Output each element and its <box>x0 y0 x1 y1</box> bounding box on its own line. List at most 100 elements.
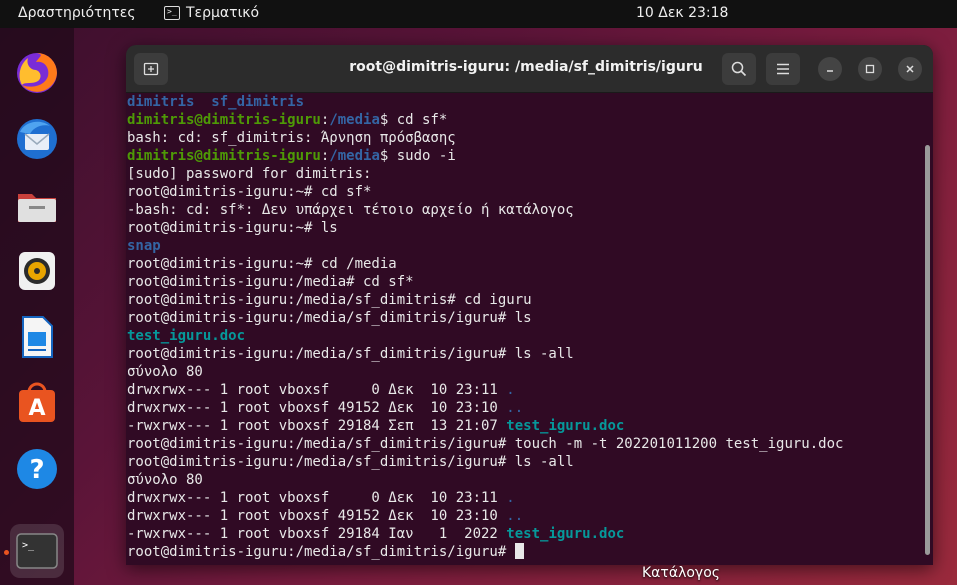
terminal-text-plain: -bash: cd: sf*: Δεν υπάρχει τέτοιο αρχεί… <box>127 202 574 218</box>
terminal-text-plain: root@dimitris-iguru:/media/sf_dimitris/i… <box>127 454 574 470</box>
dock-item-thunderbird[interactable] <box>10 112 64 166</box>
terminal-text-plain: σύνολο 80 <box>127 364 203 380</box>
maximize-icon <box>865 64 875 74</box>
close-icon <box>906 65 914 73</box>
terminal-text-plain: -rwxrwx--- 1 root vboxsf 29184 Ιαν 1 202… <box>127 526 507 542</box>
terminal-text-plain: root@dimitris-iguru:/media/sf_dimitris/i… <box>127 346 574 362</box>
new-tab-icon <box>143 62 159 76</box>
terminal-text-dir: dimitris sf_dimitris <box>127 94 305 110</box>
clock[interactable]: 10 Δεκ 23:18 <box>636 5 728 21</box>
terminal-line: root@dimitris-iguru:/media/sf_dimitris/i… <box>127 453 921 471</box>
terminal-line: [sudo] password for dimitris: <box>127 165 921 183</box>
terminal-line: -rwxrwx--- 1 root vboxsf 29184 Σεπ 13 21… <box>127 417 921 435</box>
terminal-line: drwxrwx--- 1 root vboxsf 49152 Δεκ 10 23… <box>127 507 921 525</box>
terminal-line: dimitris@dimitris-iguru:/media$ sudo -i <box>127 147 921 165</box>
terminal-line: -rwxrwx--- 1 root vboxsf 29184 Ιαν 1 202… <box>127 525 921 543</box>
terminal-text-plain: root@dimitris-iguru:~# ls <box>127 220 338 236</box>
new-tab-button[interactable] <box>134 53 168 85</box>
files-icon <box>18 194 56 222</box>
minimize-button[interactable] <box>818 57 842 81</box>
terminal-text-user: dimitris@dimitris-iguru <box>127 112 321 128</box>
terminal-text-plain: [sudo] password for dimitris: <box>127 166 372 182</box>
menu-button[interactable] <box>766 53 800 85</box>
terminal-text-file: test_iguru.doc <box>506 526 625 542</box>
top-bar: Δραστηριότητες >_ Τερματικό 10 Δεκ 23:18 <box>0 0 957 28</box>
scrollbar[interactable] <box>925 145 930 555</box>
terminal-output[interactable]: dimitris sf_dimitris dimitris@dimitris-ig… <box>126 93 921 565</box>
dock-item-terminal[interactable]: >_ <box>10 524 64 578</box>
search-icon <box>731 61 747 77</box>
terminal-text-file: test_iguru.doc <box>127 328 246 344</box>
terminal-line: bash: cd: sf_dimitris: Άρνηση πρόσβασης <box>127 129 921 147</box>
dock-item-firefox[interactable] <box>10 46 64 100</box>
terminal-cursor <box>514 543 524 559</box>
terminal-text-plain: drwxrwx--- 1 root vboxsf 0 Δεκ 10 23:11 <box>127 382 507 398</box>
terminal-text-path: /media <box>329 148 380 164</box>
terminal-window[interactable]: root@dimitris-iguru: /media/sf_dimitris/… <box>126 45 933 565</box>
dock: A ? >_ <box>0 28 74 585</box>
terminal-line: drwxrwx--- 1 root vboxsf 0 Δεκ 10 23:11 … <box>127 381 921 399</box>
terminal-line: root@dimitris-iguru:/media/sf_dimitris/i… <box>127 435 921 453</box>
terminal-line: snap <box>127 237 921 255</box>
terminal-line: root@dimitris-iguru:/media# cd sf* <box>127 273 921 291</box>
title-bar[interactable]: root@dimitris-iguru: /media/sf_dimitris/… <box>126 45 933 93</box>
rhythmbox-icon <box>19 252 55 290</box>
terminal-text-plain: root@dimitris-iguru:/media/sf_dimitris/i… <box>127 544 515 560</box>
dock-item-help[interactable]: ? <box>10 442 64 496</box>
terminal-text-user: dimitris@dimitris-iguru <box>127 148 321 164</box>
terminal-line: dimitris@dimitris-iguru:/media$ cd sf* <box>127 111 921 129</box>
terminal-line: root@dimitris-iguru:~# ls <box>127 219 921 237</box>
hamburger-menu-icon <box>777 63 789 75</box>
dock-item-files[interactable] <box>10 178 64 232</box>
terminal-text-plain: root@dimitris-iguru:/media/sf_dimitris/i… <box>127 310 532 326</box>
terminal-text-path: /media <box>329 112 380 128</box>
terminal-text-other: .. <box>506 508 524 524</box>
svg-text:A: A <box>28 396 45 421</box>
app-menu[interactable]: >_ Τερματικό <box>164 5 259 21</box>
terminal-line: σύνολο 80 <box>127 363 921 381</box>
search-button[interactable] <box>722 53 756 85</box>
close-button[interactable] <box>898 57 922 81</box>
terminal-line: root@dimitris-iguru:/media/sf_dimitris# … <box>127 291 921 309</box>
terminal-text-other: . <box>506 382 515 398</box>
dock-item-rhythmbox[interactable] <box>10 244 64 298</box>
dock-item-libreoffice-writer[interactable] <box>10 310 64 364</box>
running-indicator <box>4 550 9 555</box>
terminal-line: dimitris sf_dimitris <box>127 93 921 111</box>
terminal-icon: >_ <box>16 533 58 569</box>
terminal-text-plain: root@dimitris-iguru:~# cd /media <box>127 256 397 272</box>
terminal-icon: >_ <box>164 6 180 20</box>
terminal-line: drwxrwx--- 1 root vboxsf 0 Δεκ 10 23:11 … <box>127 489 921 507</box>
terminal-text-file: test_iguru.doc <box>506 418 625 434</box>
terminal-text-plain: $ sudo -i <box>379 148 456 164</box>
help-icon: ? <box>17 449 57 489</box>
minimize-icon <box>827 70 833 72</box>
terminal-text-plain: root@dimitris-iguru:/media/sf_dimitris/i… <box>127 436 844 452</box>
desktop-folder-label[interactable]: Κατάλογος <box>642 565 720 581</box>
terminal-line: root@dimitris-iguru:/media/sf_dimitris/i… <box>127 309 921 327</box>
libreoffice-writer-icon <box>22 316 53 358</box>
terminal-text-plain: bash: cd: sf_dimitris: Άρνηση πρόσβασης <box>127 130 456 146</box>
terminal-line: root@dimitris-iguru:/media/sf_dimitris/i… <box>127 345 921 363</box>
terminal-text-dir: snap <box>127 238 161 254</box>
terminal-line: drwxrwx--- 1 root vboxsf 49152 Δεκ 10 23… <box>127 399 921 417</box>
window-title: root@dimitris-iguru: /media/sf_dimitris/… <box>349 59 703 75</box>
terminal-text-plain: root@dimitris-iguru:/media# cd sf* <box>127 274 414 290</box>
activities-button[interactable]: Δραστηριότητες <box>18 5 136 21</box>
terminal-text-plain: $ cd sf* <box>379 112 448 128</box>
terminal-line: root@dimitris-iguru:/media/sf_dimitris/i… <box>127 543 921 561</box>
terminal-line: σύνολο 80 <box>127 471 921 489</box>
terminal-line: root@dimitris-iguru:~# cd /media <box>127 255 921 273</box>
thunderbird-icon <box>17 119 57 159</box>
svg-text:?: ? <box>29 455 44 485</box>
software-icon: A <box>19 382 55 422</box>
dock-item-software[interactable]: A <box>10 376 64 430</box>
terminal-text-plain: drwxrwx--- 1 root vboxsf 0 Δεκ 10 23:11 <box>127 490 507 506</box>
app-menu-label: Τερματικό <box>186 5 260 21</box>
terminal-line: -bash: cd: sf*: Δεν υπάρχει τέτοιο αρχεί… <box>127 201 921 219</box>
terminal-text-plain: -rwxrwx--- 1 root vboxsf 29184 Σεπ 13 21… <box>127 418 507 434</box>
terminal-text-other: .. <box>506 400 524 416</box>
terminal-text-plain: σύνολο 80 <box>127 472 203 488</box>
terminal-line: test_iguru.doc <box>127 327 921 345</box>
maximize-button[interactable] <box>858 57 882 81</box>
